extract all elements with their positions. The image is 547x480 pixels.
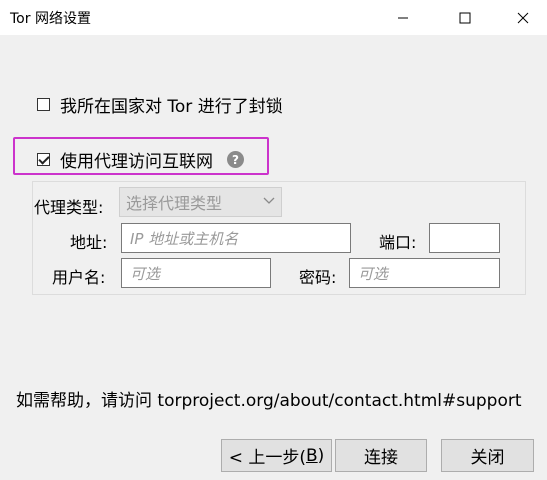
maximize-button[interactable] [442, 0, 488, 35]
blocked-option[interactable]: 我所在国家对 Tor 进行了封锁 [37, 92, 283, 117]
back-button[interactable]: < 上一步(B) [221, 439, 332, 472]
proxy-type-select[interactable]: 选择代理类型 [119, 187, 282, 217]
proxy-label: 使用代理访问互联网 [60, 152, 213, 172]
address-input[interactable]: IP 地址或主机名 [121, 223, 351, 253]
proxy-type-label: 代理类型: [34, 198, 104, 217]
password-label: 密码: [299, 268, 337, 287]
title-bar: Tor 网络设置 [0, 0, 547, 35]
back-label-prefix: < 上一步( [228, 448, 306, 468]
username-input[interactable]: 可选 [121, 258, 271, 288]
maximize-icon [459, 12, 471, 23]
blocked-checkbox[interactable] [37, 98, 50, 111]
password-input[interactable]: 可选 [349, 258, 500, 288]
close-icon [517, 12, 529, 23]
minimize-icon [398, 17, 408, 18]
connect-button[interactable]: 连接 [335, 439, 427, 472]
minimize-button[interactable] [380, 0, 426, 35]
chevron-down-icon [263, 197, 275, 204]
back-label-suffix: ) [317, 445, 325, 466]
proxy-checkbox[interactable] [37, 153, 50, 166]
username-label: 用户名: [52, 268, 106, 287]
port-label: 端口: [379, 233, 417, 252]
window-title: Tor 网络设置 [10, 11, 91, 27]
help-icon[interactable]: ? [227, 151, 244, 168]
close-button[interactable]: 关闭 [441, 439, 534, 472]
proxy-type-value: 选择代理类型 [126, 194, 223, 213]
help-text: 如需帮助，请访问 torproject.org/about/contact.ht… [16, 391, 522, 411]
port-input[interactable] [429, 223, 500, 253]
close-window-button[interactable] [500, 0, 546, 35]
proxy-option[interactable]: 使用代理访问互联网 ? [37, 147, 244, 172]
back-accesskey: B [305, 445, 318, 466]
blocked-label: 我所在国家对 Tor 进行了封锁 [60, 97, 283, 117]
address-label: 地址: [70, 233, 108, 252]
